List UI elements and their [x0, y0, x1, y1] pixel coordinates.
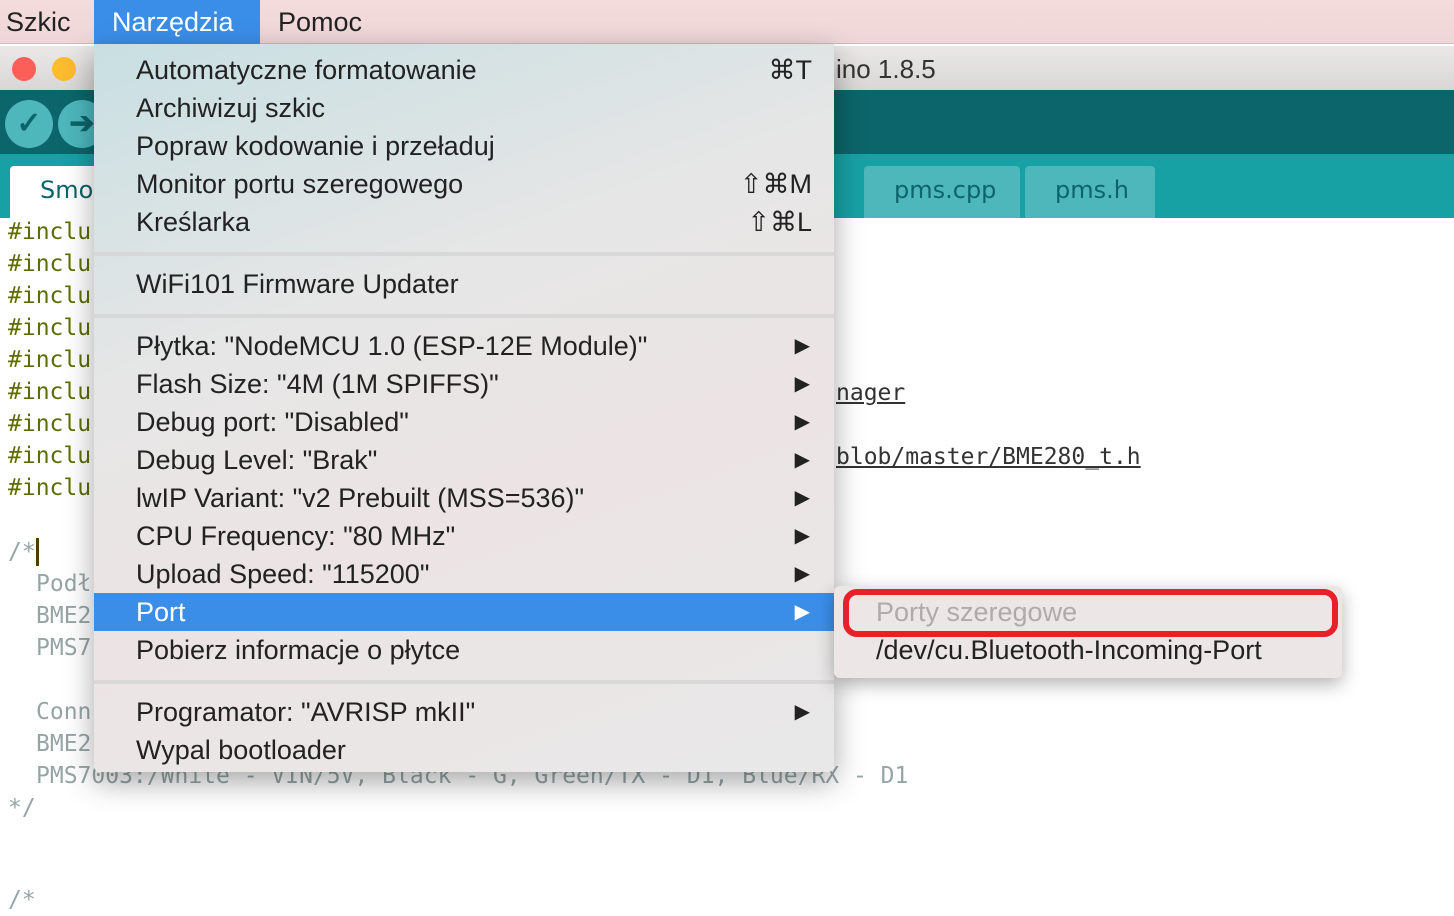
- menu-item-port[interactable]: Port ▶: [94, 593, 834, 631]
- menu-item-label: Debug port: "Disabled": [136, 407, 409, 437]
- menu-item-lwip-variant[interactable]: lwIP Variant: "v2 Prebuilt (MSS=536)" ▶: [94, 479, 834, 517]
- code-line: Conn: [36, 699, 92, 725]
- menu-item-serial-monitor[interactable]: Monitor portu szeregowego ⇧⌘M: [94, 165, 834, 203]
- menu-item-label: Kreślarka: [136, 207, 251, 237]
- menu-item-auto-format[interactable]: Automatyczne formatowanie ⌘T: [94, 51, 834, 89]
- code-line: #inclu: [8, 411, 92, 437]
- code-line: BME2: [36, 731, 92, 757]
- menu-item-board-info[interactable]: Pobierz informacje o płytce: [94, 631, 834, 669]
- menu-pomoc[interactable]: Pomoc: [260, 0, 380, 44]
- window-title: ino 1.8.5: [836, 54, 936, 84]
- arrow-right-icon: ➔: [69, 107, 95, 140]
- menu-item-label: Płytka: "NodeMCU 1.0 (ESP-12E Module)": [136, 331, 648, 361]
- menu-item-label: Upload Speed: "115200": [136, 559, 430, 589]
- shortcut: ⇧⌘M: [739, 169, 812, 199]
- menu-item-label: Popraw kodowanie i przeładuj: [136, 131, 495, 161]
- menu-item-board[interactable]: Płytka: "NodeMCU 1.0 (ESP-12E Module)" ▶: [94, 327, 834, 365]
- code-line: PMS7: [36, 635, 92, 661]
- text-caret: [36, 538, 39, 566]
- code-line: #inclu: [8, 283, 92, 309]
- submenu-arrow-icon: ▶: [794, 373, 810, 395]
- check-icon: ✓: [16, 107, 42, 140]
- code-line: #inclu: [8, 347, 92, 373]
- menu-item-serial-plotter[interactable]: Kreślarka ⇧⌘L: [94, 203, 834, 241]
- menu-item-label: Wypal bootloader: [136, 735, 346, 765]
- code-line: Podł: [36, 571, 92, 597]
- menu-item-label: Archiwizuj szkic: [136, 93, 326, 123]
- menu-item-label: Flash Size: "4M (1M SPIFFS)": [136, 369, 499, 399]
- menu-item-label: lwIP Variant: "v2 Prebuilt (MSS=536)": [136, 483, 585, 513]
- menu-item-label: Programator: "AVRISP mkII": [136, 697, 476, 727]
- code-line: #inclu: [8, 315, 92, 341]
- code-line: #inclu: [8, 443, 92, 469]
- submenu-arrow-icon: ▶: [794, 601, 810, 623]
- submenu-arrow-icon: ▶: [794, 335, 810, 357]
- close-button[interactable]: [12, 57, 36, 81]
- verify-button[interactable]: ✓: [5, 100, 53, 148]
- menu-item-debug-level[interactable]: Debug Level: "Brak" ▶: [94, 441, 834, 479]
- code-line: /*: [8, 887, 36, 913]
- menu-item-wifi101-updater[interactable]: WiFi101 Firmware Updater: [94, 265, 834, 303]
- code-line: #inclu: [8, 475, 92, 501]
- menu-item-label: Monitor portu szeregowego: [136, 169, 464, 199]
- menu-item-fix-encoding[interactable]: Popraw kodowanie i przeładuj: [94, 127, 834, 165]
- code-line: /*: [8, 539, 36, 565]
- shortcut: ⇧⌘L: [747, 207, 812, 237]
- menu-item-label: Pobierz informacje o płytce: [136, 635, 461, 665]
- shortcut: ⌘T: [768, 55, 813, 85]
- minimize-button[interactable]: [52, 57, 76, 81]
- menu-item-upload-speed[interactable]: Upload Speed: "115200" ▶: [94, 555, 834, 593]
- submenu-arrow-icon: ▶: [794, 525, 810, 547]
- code-line: #inclu: [8, 379, 92, 405]
- submenu-arrow-icon: ▶: [794, 449, 810, 471]
- submenu-arrow-icon: ▶: [794, 487, 810, 509]
- menu-item-archive-sketch[interactable]: Archiwizuj szkic: [94, 89, 834, 127]
- code-line: #inclu: [8, 251, 92, 277]
- code-link[interactable]: blob/master/BME280_t.h: [836, 441, 1141, 473]
- menu-separator: [94, 314, 834, 318]
- menu-narzedzia[interactable]: Narzędzia: [94, 0, 260, 44]
- menu-item-label: Debug Level: "Brak": [136, 445, 378, 475]
- menu-item-cpu-frequency[interactable]: CPU Frequency: "80 MHz" ▶: [94, 517, 834, 555]
- menu-item-label: Automatyczne formatowanie: [136, 55, 477, 85]
- menu-separator: [94, 680, 834, 684]
- submenu-arrow-icon: ▶: [794, 701, 810, 723]
- menu-item-label: Port: [136, 597, 186, 627]
- menu-item-flash-size[interactable]: Flash Size: "4M (1M SPIFFS)" ▶: [94, 365, 834, 403]
- menu-item-programmer[interactable]: Programator: "AVRISP mkII" ▶: [94, 693, 834, 731]
- menu-separator: [94, 252, 834, 256]
- tab-pms-cpp[interactable]: pms.cpp: [864, 166, 1020, 218]
- submenu-arrow-icon: ▶: [794, 411, 810, 433]
- tools-menu: Automatyczne formatowanie ⌘T Archiwizuj s…: [94, 44, 834, 772]
- tab-pms-h[interactable]: pms.h: [1025, 166, 1155, 218]
- menu-item-burn-bootloader[interactable]: Wypal bootloader: [94, 731, 834, 769]
- menu-item-label: WiFi101 Firmware Updater: [136, 269, 459, 299]
- code-line: */: [8, 795, 36, 821]
- menu-szkic[interactable]: Szkic: [0, 0, 89, 44]
- menu-bar: Szkic Narzędzia Pomoc: [0, 0, 1454, 44]
- menu-item-label: CPU Frequency: "80 MHz": [136, 521, 456, 551]
- code-link[interactable]: nager: [836, 377, 905, 409]
- submenu-arrow-icon: ▶: [794, 563, 810, 585]
- code-line: BME2: [36, 603, 92, 629]
- code-line: #inclu: [8, 219, 92, 245]
- menu-item-debug-port[interactable]: Debug port: "Disabled" ▶: [94, 403, 834, 441]
- annotation-highlight-ring: [843, 589, 1338, 637]
